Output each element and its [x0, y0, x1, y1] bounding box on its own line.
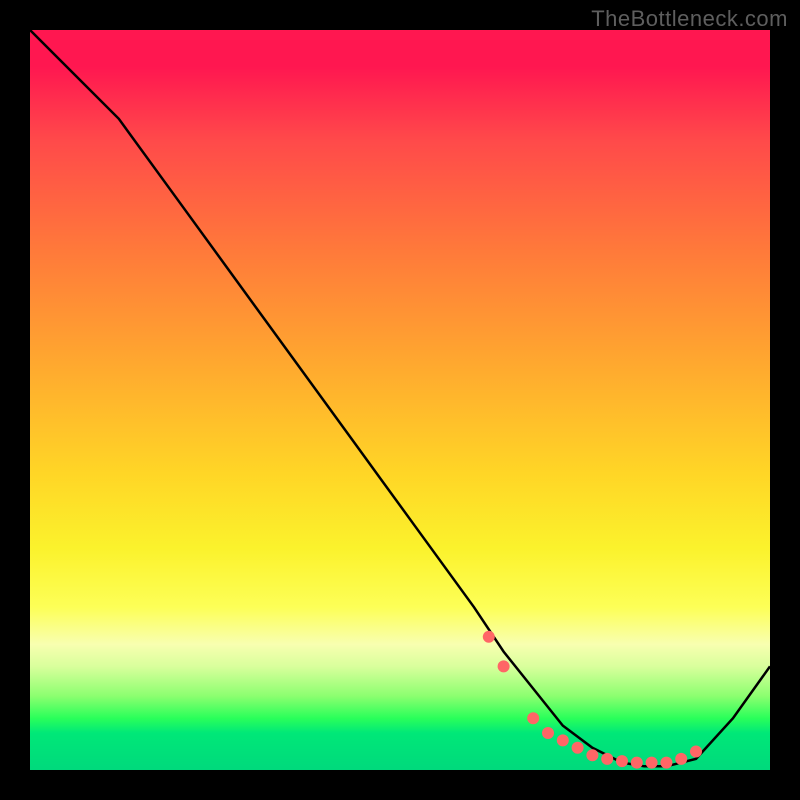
watermark-text: TheBottleneck.com — [591, 6, 788, 32]
chart-gradient-background — [30, 30, 770, 770]
